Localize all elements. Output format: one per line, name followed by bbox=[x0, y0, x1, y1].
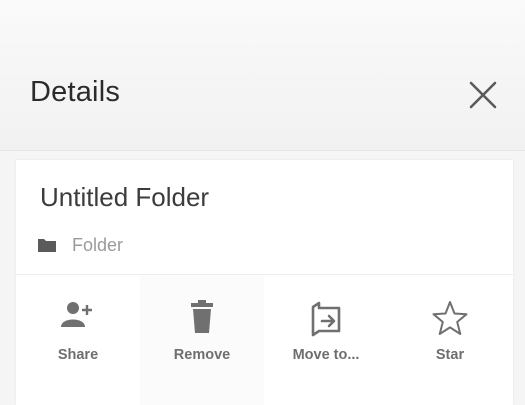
star-button[interactable]: Star bbox=[388, 275, 512, 405]
details-card: Untitled Folder Folder Share Remove Move… bbox=[16, 160, 513, 405]
share-button[interactable]: Share bbox=[16, 275, 140, 405]
star-outline-icon bbox=[432, 301, 468, 335]
trash-icon bbox=[191, 300, 213, 333]
folder-icon bbox=[38, 239, 56, 252]
star-label: Star bbox=[435, 347, 465, 363]
move-folder-icon bbox=[311, 301, 341, 337]
item-type-label: Folder bbox=[72, 234, 124, 255]
close-icon bbox=[469, 81, 497, 109]
details-header: Details bbox=[0, 0, 525, 151]
action-bar: Share Remove Move to... Star bbox=[16, 275, 513, 405]
close-button[interactable] bbox=[464, 78, 502, 114]
remove-label: Remove bbox=[173, 347, 231, 363]
share-label: Share bbox=[57, 347, 99, 363]
remove-button[interactable]: Remove bbox=[140, 275, 264, 405]
add-person-icon bbox=[61, 302, 92, 327]
details-panel: Details Untitled Folder Folder Share Rem… bbox=[0, 0, 525, 405]
page-title: Details bbox=[30, 76, 121, 108]
item-info: Untitled Folder Folder bbox=[16, 160, 513, 275]
item-type-row: Folder bbox=[38, 234, 123, 256]
move-to-button[interactable]: Move to... bbox=[264, 275, 388, 405]
item-name: Untitled Folder bbox=[40, 182, 210, 212]
move-to-label: Move to... bbox=[292, 347, 360, 363]
